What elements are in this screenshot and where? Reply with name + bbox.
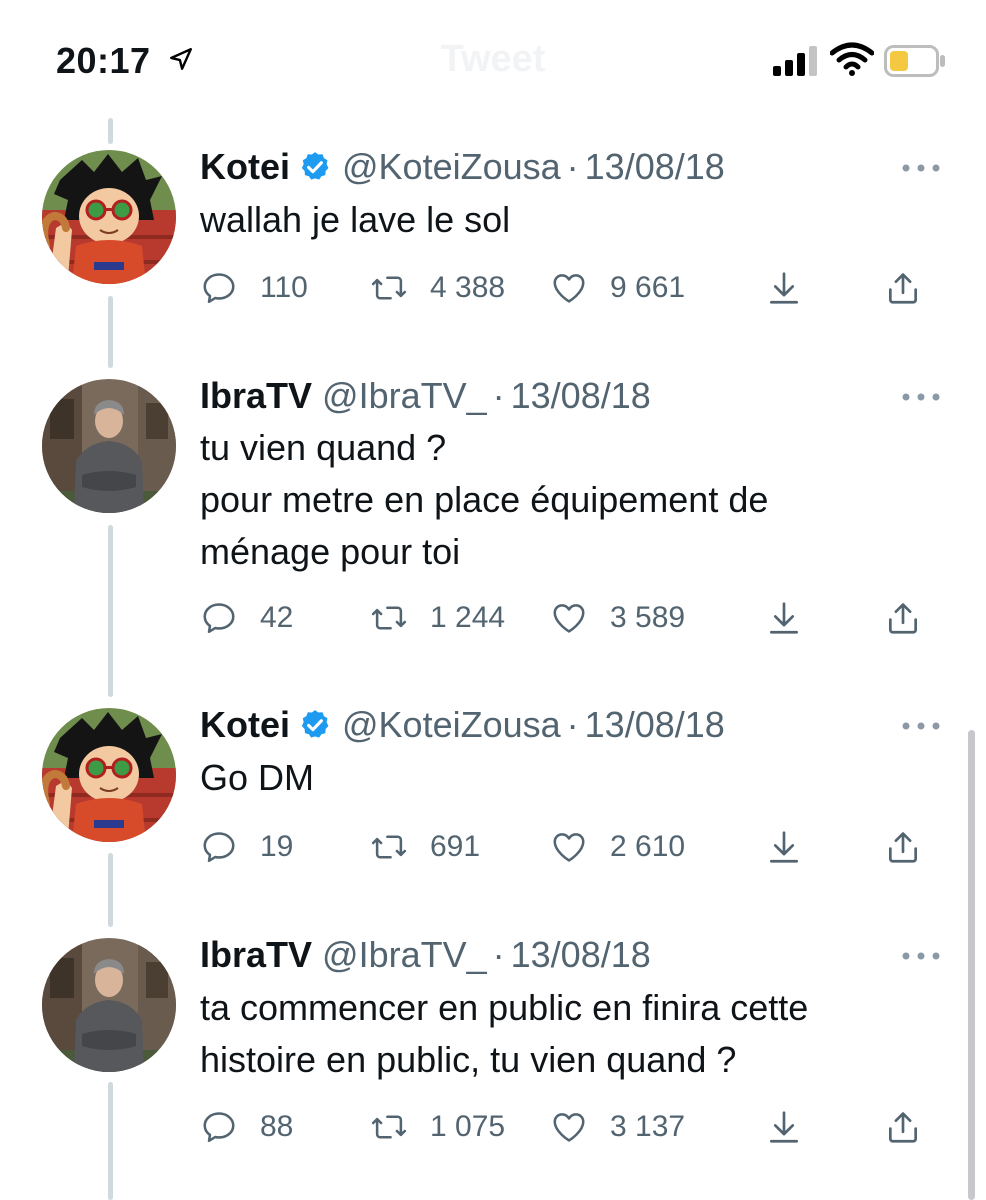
tweet-actions: 88 1 075 3 137 <box>200 1105 940 1149</box>
reply-count: 110 <box>260 271 308 304</box>
thread-line <box>108 525 113 697</box>
share-icon <box>884 1108 922 1146</box>
retweet-icon <box>370 1108 408 1146</box>
reply-count: 42 <box>260 601 294 634</box>
like-icon <box>550 1108 588 1146</box>
like-button[interactable]: 3 137 <box>550 1105 685 1149</box>
reply-button[interactable]: 88 <box>200 1105 293 1149</box>
retweet-button[interactable]: 4 388 <box>370 266 505 310</box>
display-name[interactable]: Kotei <box>200 146 290 188</box>
like-button[interactable]: 2 610 <box>550 825 685 869</box>
tweet-header: Kotei @KoteiZousa · 13/08/18 <box>200 703 725 747</box>
like-icon <box>550 828 588 866</box>
separator-dot: · <box>492 934 505 975</box>
tweet-date[interactable]: 13/08/18 <box>585 146 725 188</box>
separator-dot: · <box>566 146 579 187</box>
tweet-date[interactable]: 13/08/18 <box>511 375 651 417</box>
user-handle[interactable]: @KoteiZousa <box>342 704 561 746</box>
bookmark-icon <box>765 828 803 866</box>
more-options-icon[interactable] <box>900 950 942 962</box>
bookmark-icon <box>765 599 803 637</box>
bookmark-button[interactable] <box>765 266 803 310</box>
display-name[interactable]: IbraTV <box>200 375 312 417</box>
retweet-count: 1 075 <box>430 1110 506 1143</box>
share-button[interactable] <box>884 1105 922 1149</box>
like-button[interactable]: 3 589 <box>550 596 685 640</box>
user-handle[interactable]: @IbraTV_ <box>322 375 487 417</box>
tweet-actions: 42 1 244 3 589 <box>200 596 940 640</box>
avatar[interactable] <box>42 379 176 513</box>
retweet-count: 4 388 <box>430 271 506 304</box>
user-handle[interactable]: @IbraTV_ <box>322 934 487 976</box>
bookmark-button[interactable] <box>765 596 803 640</box>
like-button[interactable]: 9 661 <box>550 266 685 310</box>
separator-dot: · <box>492 375 505 416</box>
verified-badge-icon <box>298 150 332 184</box>
like-count: 3 137 <box>610 1110 686 1143</box>
more-options-icon[interactable] <box>900 391 942 403</box>
tweet-text: tu vien quand ? pour metre en place équi… <box>200 427 769 572</box>
bookmark-button[interactable] <box>765 1105 803 1149</box>
tweet-actions: 19 691 2 610 <box>200 825 940 869</box>
retweet-button[interactable]: 1 244 <box>370 596 505 640</box>
tweet[interactable]: Kotei @KoteiZousa · 13/08/18 wallah je l… <box>0 0 986 330</box>
avatar[interactable] <box>42 708 176 842</box>
more-options-icon[interactable] <box>900 162 942 174</box>
separator-dot: · <box>566 704 579 745</box>
avatar[interactable] <box>42 938 176 1072</box>
reply-icon <box>200 828 238 866</box>
reply-icon <box>200 269 238 307</box>
retweet-icon <box>370 599 408 637</box>
share-icon <box>884 269 922 307</box>
reply-icon <box>200 1108 238 1146</box>
avatar[interactable] <box>42 150 176 284</box>
more-options-icon[interactable] <box>900 720 942 732</box>
reply-button[interactable]: 110 <box>200 266 308 310</box>
user-handle[interactable]: @KoteiZousa <box>342 146 561 188</box>
reply-count: 19 <box>260 830 294 863</box>
share-button[interactable] <box>884 266 922 310</box>
like-count: 3 589 <box>610 601 686 634</box>
scrollbar[interactable] <box>968 730 975 1200</box>
retweet-count: 1 244 <box>430 601 506 634</box>
tweet-text: wallah je lave le sol <box>200 199 511 240</box>
retweet-count: 691 <box>430 830 481 863</box>
tweet-date[interactable]: 13/08/18 <box>511 934 651 976</box>
reply-button[interactable]: 42 <box>200 596 293 640</box>
tweet-text: Go DM <box>200 757 315 798</box>
share-button[interactable] <box>884 825 922 869</box>
retweet-button[interactable]: 1 075 <box>370 1105 505 1149</box>
tweet-header: Kotei @KoteiZousa · 13/08/18 <box>200 145 725 189</box>
like-count: 2 610 <box>610 830 686 863</box>
retweet-icon <box>370 269 408 307</box>
thread-line <box>108 853 113 927</box>
retweet-icon <box>370 828 408 866</box>
bookmark-icon <box>765 269 803 307</box>
verified-badge-icon <box>298 708 332 742</box>
display-name[interactable]: IbraTV <box>200 934 312 976</box>
tweet-actions: 110 4 388 9 661 <box>200 266 940 310</box>
reply-count: 88 <box>260 1110 294 1143</box>
share-button[interactable] <box>884 596 922 640</box>
thread-line <box>108 1082 113 1200</box>
like-count: 9 661 <box>610 271 686 304</box>
bookmark-button[interactable] <box>765 825 803 869</box>
tweet-text: ta commencer en public en finira cette h… <box>200 987 819 1080</box>
bookmark-icon <box>765 1108 803 1146</box>
like-icon <box>550 599 588 637</box>
reply-icon <box>200 599 238 637</box>
tweet-date[interactable]: 13/08/18 <box>585 704 725 746</box>
retweet-button[interactable]: 691 <box>370 825 480 869</box>
share-icon <box>884 828 922 866</box>
reply-button[interactable]: 19 <box>200 825 293 869</box>
like-icon <box>550 269 588 307</box>
tweet-header: IbraTV @IbraTV_ · 13/08/18 <box>200 374 651 418</box>
tweet[interactable]: IbraTV @IbraTV_ · 13/08/18 ta commencer … <box>0 0 986 1143</box>
display-name[interactable]: Kotei <box>200 704 290 746</box>
share-icon <box>884 599 922 637</box>
tweet-header: IbraTV @IbraTV_ · 13/08/18 <box>200 933 651 977</box>
